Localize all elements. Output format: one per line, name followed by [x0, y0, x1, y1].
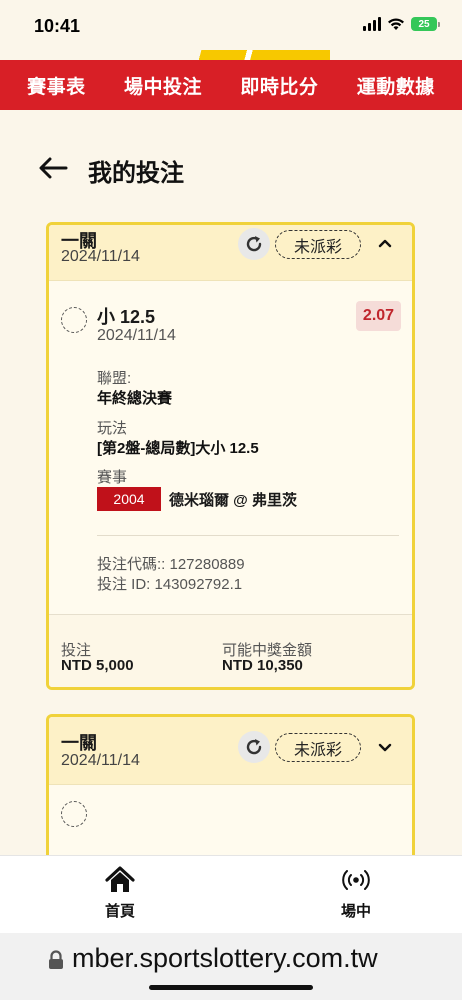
bet-selection	[49, 785, 412, 845]
page-header: 我的投注	[0, 110, 462, 226]
tab-home[interactable]: 首頁	[80, 866, 160, 921]
tab-home-label: 首頁	[104, 903, 135, 920]
back-arrow-icon[interactable]	[38, 157, 68, 184]
bet-card-footer: 投注 NTD 5,000 可能中獎金額 NTD 10,350	[49, 614, 412, 687]
bet-selection: 小 12.5 2024/11/14 2.07 聯盟: 年終總決賽 玩法 [第2盤…	[49, 281, 412, 614]
chevron-up-icon[interactable]	[377, 235, 393, 256]
divider	[97, 535, 399, 536]
event-name: 德米瑙爾 @ 弗里茨	[169, 492, 297, 509]
home-indicator	[149, 985, 313, 990]
bet-card-header[interactable]: 一關 2024/11/14 未派彩	[49, 225, 412, 281]
tab-live[interactable]: 場中	[316, 866, 396, 921]
wifi-icon	[387, 17, 405, 31]
refresh-icon	[246, 739, 262, 755]
market-label: 玩法	[97, 420, 128, 437]
status-badge: 未派彩	[275, 230, 361, 259]
selection-title: 小 12.5	[97, 307, 156, 327]
bottom-tab-bar: 首頁 場中	[0, 855, 462, 933]
selection-date: 2024/11/14	[97, 327, 176, 344]
battery-level: 25	[411, 17, 437, 31]
nav-sports-stats[interactable]: 運動數據	[357, 72, 435, 99]
bet-code: 投注代碼:: 127280889	[97, 556, 245, 573]
status-time: 10:41	[34, 16, 81, 36]
cellular-signal-icon	[363, 17, 381, 31]
tab-live-label: 場中	[340, 903, 371, 920]
selection-radio[interactable]	[61, 307, 87, 333]
refresh-button[interactable]	[238, 731, 270, 763]
bet-id: 投注 ID: 143092792.1	[97, 576, 243, 593]
league-value: 年終總決賽	[97, 390, 173, 407]
status-badge: 未派彩	[275, 733, 361, 762]
bet-card-header[interactable]: 一關 2024/11/14 未派彩	[49, 717, 412, 785]
event-label: 賽事	[97, 469, 128, 486]
home-icon	[105, 866, 135, 892]
battery-icon: 25	[411, 17, 440, 31]
refresh-button[interactable]	[238, 228, 270, 260]
payout-value: NTD 10,350	[222, 657, 303, 674]
url-text[interactable]: mber.sportslottery.com.tw	[72, 943, 378, 974]
bet-card: 一關 2024/11/14 未派彩 小 12.5 2024/11/14 2.07…	[46, 222, 415, 690]
top-nav: 賽事表 場中投注 即時比分 運動數據	[0, 60, 462, 110]
nav-live-scores[interactable]: 即時比分	[240, 72, 318, 99]
nav-live-betting[interactable]: 場中投注	[124, 72, 202, 99]
odds-badge: 2.07	[356, 301, 401, 331]
selection-radio[interactable]	[61, 801, 87, 827]
status-bar: 10:41 25	[0, 0, 462, 54]
bet-date: 2024/11/14	[61, 752, 140, 769]
stake-value: NTD 5,000	[61, 657, 134, 674]
market-value: [第2盤-總局數]大小 12.5	[97, 440, 259, 457]
lock-icon	[48, 950, 64, 975]
page-title: 我的投注	[88, 160, 184, 187]
chevron-down-icon[interactable]	[377, 739, 393, 760]
refresh-icon	[246, 236, 262, 252]
decorative-stripe	[190, 50, 330, 60]
live-broadcast-icon	[342, 870, 370, 890]
bet-date: 2024/11/14	[61, 248, 140, 265]
event-code-badge: 2004	[97, 487, 161, 511]
league-label: 聯盟:	[97, 370, 132, 387]
nav-schedule[interactable]: 賽事表	[27, 72, 86, 99]
status-icons: 25	[363, 17, 440, 31]
